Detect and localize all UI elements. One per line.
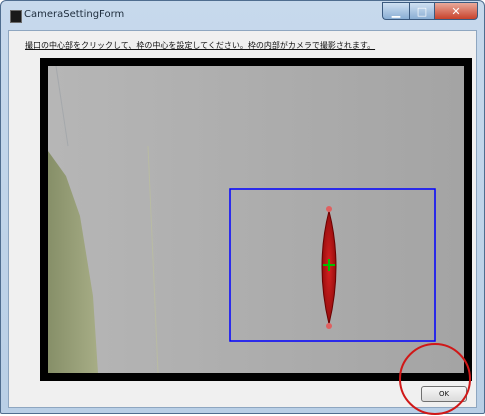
- maximize-button[interactable]: □: [409, 2, 434, 20]
- title-bar[interactable]: CameraSettingForm ▁ □ ✕: [1, 1, 484, 29]
- instruction-label: 撮口の中心部をクリックして、枠の中心を設定してください。枠の内部がカメラで撮影さ…: [25, 41, 376, 50]
- camera-preview[interactable]: [48, 66, 464, 373]
- maximize-icon: □: [416, 4, 428, 18]
- close-icon: ✕: [451, 4, 461, 18]
- close-button[interactable]: ✕: [434, 2, 478, 20]
- ok-button[interactable]: OK: [421, 386, 467, 402]
- minimize-button[interactable]: ▁: [382, 2, 409, 20]
- form-client-area: 撮口の中心部をクリックして、枠の中心を設定してください。枠の内部がカメラで撮影さ…: [8, 30, 477, 408]
- caption-buttons: ▁ □ ✕: [382, 2, 478, 20]
- app-icon: [10, 10, 22, 23]
- camera-setting-window: CameraSettingForm ▁ □ ✕ 撮口の中心部をクリックして、枠の…: [0, 0, 485, 414]
- camera-preview-frame: [40, 58, 472, 381]
- camera-image[interactable]: [48, 66, 464, 373]
- window-title: CameraSettingForm: [24, 9, 125, 20]
- minimize-icon: ▁: [391, 4, 401, 18]
